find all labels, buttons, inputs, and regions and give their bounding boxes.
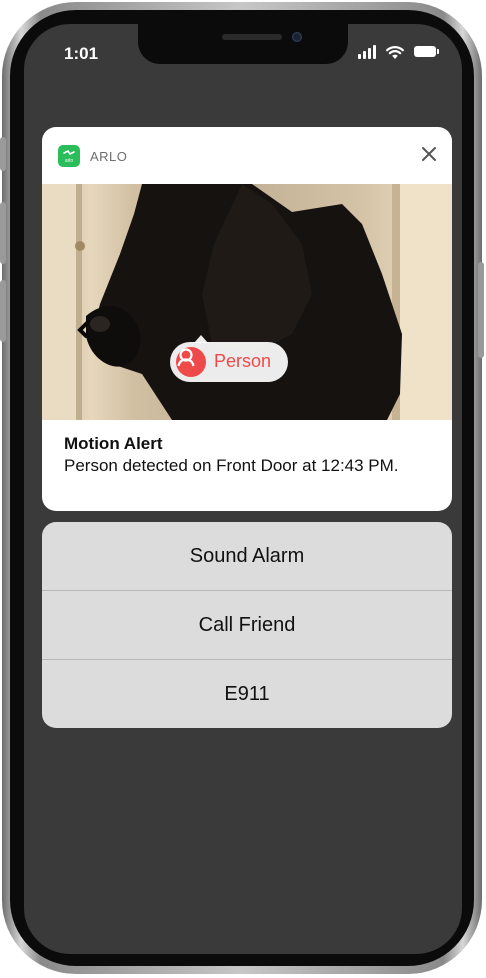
notification-text: Motion Alert Person detected on Front Do… — [64, 434, 436, 476]
phone-screen: 1:01 arlo ARLO Person Motion Alert Perso… — [24, 24, 462, 954]
status-time: 1:01 — [64, 44, 99, 63]
call-friend-button[interactable]: Call Friend — [42, 591, 452, 659]
person-detection-tag: Person — [170, 335, 288, 382]
close-icon[interactable] — [418, 143, 440, 165]
arlo-app-icon: arlo — [58, 145, 80, 167]
volume-down-button — [0, 280, 6, 342]
camera-snapshot[interactable]: Person — [42, 184, 452, 420]
e911-button[interactable]: E911 — [42, 660, 452, 728]
notification-title: Motion Alert — [64, 434, 163, 453]
speaker-grille — [222, 34, 282, 40]
mute-switch — [0, 137, 6, 171]
arlo-logo-icon: arlo — [63, 149, 75, 164]
notification-card[interactable]: arlo ARLO Person Motion Alert Person det… — [42, 127, 452, 511]
notification-body: Person detected on Front Door at 12:43 P… — [64, 456, 399, 475]
intruder-image — [42, 184, 452, 420]
notification-header: arlo ARLO — [42, 127, 452, 183]
notification-actions: Sound Alarm Call Friend E911 — [42, 522, 452, 728]
volume-up-button — [0, 202, 6, 264]
side-button — [478, 262, 484, 358]
app-name: ARLO — [90, 149, 128, 164]
status-icons — [346, 45, 439, 59]
person-icon — [176, 347, 206, 377]
person-label: Person — [214, 351, 272, 371]
notch — [138, 24, 348, 64]
svg-text:arlo: arlo — [65, 158, 74, 164]
front-camera — [292, 32, 302, 42]
wifi-icon — [386, 46, 404, 59]
sound-alarm-button[interactable]: Sound Alarm — [42, 522, 452, 590]
battery-icon — [414, 46, 439, 57]
signal-icon — [358, 45, 378, 59]
